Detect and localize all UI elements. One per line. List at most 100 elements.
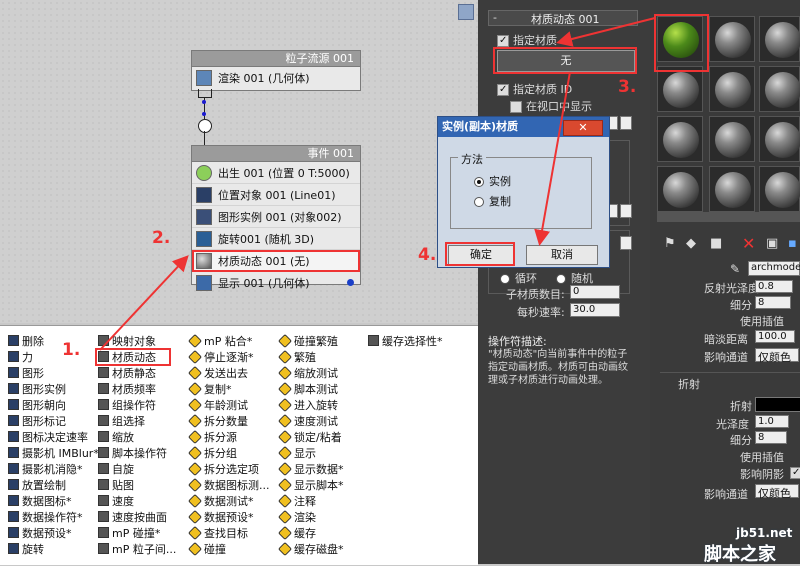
operator-item[interactable]: 数据图标* bbox=[8, 493, 72, 508]
operator-item[interactable]: 速度 bbox=[98, 493, 134, 508]
reset-map-icon[interactable]: ✕ bbox=[742, 234, 755, 253]
show-in-viewport-checkbox[interactable]: 在视口中显示 bbox=[510, 98, 592, 114]
operator-item[interactable]: 缓存 bbox=[277, 525, 316, 540]
material-sample-slot[interactable] bbox=[709, 116, 755, 162]
operator-item[interactable]: 组选择 bbox=[98, 413, 145, 428]
operator-item[interactable]: 删除 bbox=[8, 333, 44, 348]
assign-material-id-checkbox[interactable]: 指定材质 ID bbox=[497, 81, 572, 97]
operator-item[interactable]: 查找目标 bbox=[187, 525, 248, 540]
operator-item[interactable]: 速度按曲面 bbox=[98, 509, 167, 524]
operator-item[interactable]: 显示脚本* bbox=[277, 477, 344, 492]
material-sample-slot[interactable] bbox=[709, 166, 755, 212]
event-row-position[interactable]: 位置对象 001 (Line01) bbox=[192, 184, 360, 206]
operator-item[interactable]: 速度测试 bbox=[277, 413, 338, 428]
operator-item[interactable]: 图形 bbox=[8, 365, 44, 380]
operator-item[interactable]: 拆分选定项 bbox=[187, 461, 259, 476]
event-row-material-dynamic[interactable]: 材质动态 001 (无) bbox=[192, 250, 360, 272]
copy-radio[interactable]: 复制 bbox=[474, 193, 511, 209]
operator-item[interactable]: 缩放测试 bbox=[277, 365, 338, 380]
operator-item[interactable]: 数据图标测... bbox=[187, 477, 270, 492]
operator-item[interactable]: 旋转 bbox=[8, 541, 44, 556]
material-sample-slot[interactable] bbox=[709, 66, 755, 112]
operator-item[interactable]: 繁殖 bbox=[277, 349, 316, 364]
material-sample-slot[interactable] bbox=[709, 16, 755, 62]
reflect-gloss-field[interactable]: 0.8 bbox=[755, 280, 793, 293]
panel-spinner[interactable] bbox=[620, 236, 632, 250]
operator-item[interactable]: 自旋 bbox=[98, 461, 134, 476]
operator-item[interactable]: mP 粘合* bbox=[187, 333, 252, 348]
material-sample-slot[interactable] bbox=[759, 16, 800, 62]
material-sample-slot[interactable] bbox=[759, 166, 800, 212]
subdivs-field[interactable]: 8 bbox=[755, 296, 791, 309]
operator-item[interactable]: 拆分源 bbox=[187, 429, 237, 444]
operator-item[interactable]: 摄影机消隐* bbox=[8, 461, 83, 476]
refract-color-swatch[interactable] bbox=[755, 397, 800, 412]
sample-slots-scrollbar[interactable] bbox=[657, 212, 800, 222]
material-sample-slot[interactable] bbox=[657, 166, 703, 212]
operator-item[interactable]: 图形标记 bbox=[8, 413, 66, 428]
put-to-scene-icon[interactable]: ◆ bbox=[686, 236, 696, 251]
material-sample-slot[interactable] bbox=[759, 116, 800, 162]
cycle-radio[interactable]: 循环 bbox=[500, 270, 537, 286]
event-row-display[interactable]: 显示 001 (几何体) bbox=[192, 272, 360, 293]
operator-item[interactable]: 图标决定速率 bbox=[8, 429, 88, 444]
operator-item[interactable]: 图形实例 bbox=[8, 381, 66, 396]
affect-shadows-checkbox[interactable] bbox=[790, 466, 800, 479]
affect-channel-select[interactable]: 仅颜色 bbox=[755, 348, 799, 364]
make-unique-icon[interactable]: ▣ bbox=[766, 236, 778, 251]
operator-item[interactable]: 图形朝向 bbox=[8, 397, 66, 412]
operator-item[interactable]: 贴图 bbox=[98, 477, 134, 492]
operator-item[interactable]: 放置绘制 bbox=[8, 477, 66, 492]
operator-item[interactable]: 渲染 bbox=[277, 509, 316, 524]
operator-item[interactable]: 发送出去 bbox=[187, 365, 248, 380]
panel-spinner[interactable] bbox=[620, 204, 632, 218]
operator-item[interactable]: 锁定/粘着 bbox=[277, 429, 342, 444]
operator-item[interactable]: 数据预设* bbox=[8, 525, 72, 540]
show-map-icon[interactable]: ▪ bbox=[788, 236, 797, 251]
event-row-rotation[interactable]: 旋转001 (随机 3D) bbox=[192, 228, 360, 250]
event-row-birth[interactable]: 出生 001 (位置 0 T:5000) bbox=[192, 162, 360, 184]
dim-distance-field[interactable]: 100.0 bbox=[755, 330, 795, 343]
operator-item[interactable]: 缩放 bbox=[98, 429, 134, 444]
refraction-rollout-header[interactable]: 折射 bbox=[660, 372, 800, 391]
material-sample-slot[interactable] bbox=[657, 116, 703, 162]
sub-material-count-field[interactable]: 0 bbox=[570, 285, 620, 299]
random-radio[interactable]: 随机 bbox=[556, 270, 593, 286]
operator-item[interactable]: 显示数据* bbox=[277, 461, 344, 476]
material-sample-slot[interactable] bbox=[657, 66, 703, 112]
operator-item[interactable]: 停止逐渐* bbox=[187, 349, 254, 364]
event-node[interactable]: 事件 001 出生 001 (位置 0 T:5000) 位置对象 001 (Li… bbox=[191, 145, 361, 291]
assign-to-selection-icon[interactable]: ■ bbox=[710, 236, 722, 251]
operator-item[interactable]: 脚本操作符 bbox=[98, 445, 167, 460]
subdivs2-field[interactable]: 8 bbox=[755, 431, 787, 444]
operator-item[interactable]: 拆分组 bbox=[187, 445, 237, 460]
operator-item[interactable]: 材质频率 bbox=[98, 381, 156, 396]
operator-item[interactable]: 碰撞繁殖 bbox=[277, 333, 338, 348]
event-row-shape-instance[interactable]: 图形实例 001 (对象002) bbox=[192, 206, 360, 228]
operator-item[interactable]: 复制* bbox=[187, 381, 232, 396]
material-name-field[interactable]: archmodel bbox=[748, 261, 800, 276]
operator-item[interactable]: 力 bbox=[8, 349, 33, 364]
operator-item[interactable]: 碰撞 bbox=[187, 541, 226, 556]
operator-item[interactable]: 材质静态 bbox=[98, 365, 156, 380]
operator-item[interactable]: mP 碰撞* bbox=[98, 525, 160, 540]
material-sample-slot[interactable] bbox=[759, 66, 800, 112]
canvas-corner-icon[interactable] bbox=[458, 4, 474, 20]
panel-spinner[interactable] bbox=[620, 116, 632, 130]
cancel-button[interactable]: 取消 bbox=[526, 245, 598, 265]
operator-item[interactable]: 映射对象 bbox=[98, 333, 156, 348]
operator-item[interactable]: 显示 bbox=[277, 445, 316, 460]
get-material-icon[interactable]: ⚑ bbox=[664, 236, 676, 251]
operator-item[interactable]: 注释 bbox=[277, 493, 316, 508]
eyedropper-icon[interactable]: ✎ bbox=[730, 262, 740, 276]
flow-render-row[interactable]: 渲染 001 (几何体) bbox=[192, 67, 360, 88]
flow-source-node[interactable]: 粒子流源 001 渲染 001 (几何体) bbox=[191, 50, 361, 91]
rollout-header[interactable]: - 材质动态 001 bbox=[488, 10, 638, 26]
operator-item[interactable]: 数据测试* bbox=[187, 493, 254, 508]
operator-item[interactable]: 数据预设* bbox=[187, 509, 254, 524]
operator-item[interactable]: 摄影机 IMBlur* bbox=[8, 445, 99, 460]
gloss-field[interactable]: 1.0 bbox=[755, 415, 789, 428]
operator-item[interactable]: 拆分数量 bbox=[187, 413, 248, 428]
operator-item[interactable]: 脚本测试 bbox=[277, 381, 338, 396]
assign-material-checkbox[interactable]: 指定材质 bbox=[497, 32, 557, 48]
